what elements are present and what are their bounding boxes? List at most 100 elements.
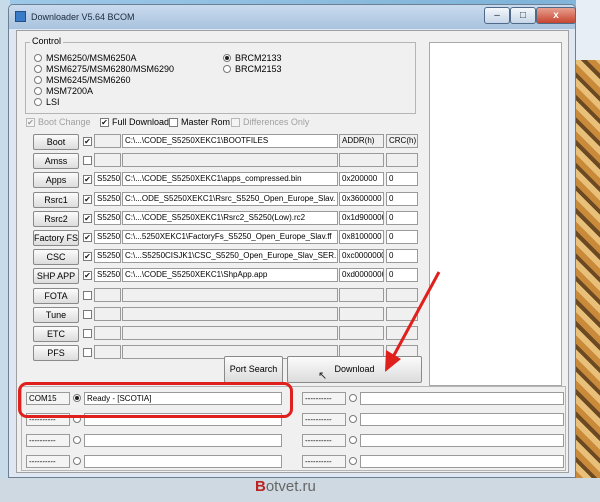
port-name-field: ---------- bbox=[302, 413, 346, 426]
annotation-highlight bbox=[18, 382, 293, 418]
crc-field bbox=[386, 288, 418, 302]
file-path-field[interactable]: C:\...ODE_S5250XEKC1\Rsrc_S5250_Open_Eur… bbox=[122, 192, 338, 206]
file-path-field[interactable]: C:\...\CODE_S5250XEKC1\ShpApp.app bbox=[122, 268, 338, 282]
addr-field bbox=[339, 288, 384, 302]
desktop-right bbox=[576, 0, 600, 502]
file-type-field bbox=[94, 134, 121, 148]
master-rom-checkbox[interactable] bbox=[169, 118, 178, 127]
file-row-button[interactable]: CSC bbox=[33, 249, 79, 265]
close-button[interactable]: x bbox=[536, 7, 576, 24]
file-row-checkbox[interactable] bbox=[83, 329, 92, 338]
file-path-field[interactable] bbox=[122, 307, 338, 321]
file-type-field: S5250 bbox=[94, 211, 121, 225]
file-row-checkbox[interactable] bbox=[83, 271, 92, 280]
port-status-field bbox=[84, 455, 282, 468]
file-path-field[interactable]: C:\...5250XEKC1\FactoryFs_S5250_Open_Eur… bbox=[122, 230, 338, 244]
control-group-title: Control bbox=[30, 36, 64, 46]
crc-field bbox=[386, 326, 418, 340]
master-rom-label: Master Rom bbox=[181, 117, 231, 127]
file-row-button[interactable]: Amss bbox=[33, 153, 79, 169]
port-search-button[interactable]: Port Search bbox=[224, 356, 283, 383]
file-type-field: S5250 bbox=[94, 192, 121, 206]
file-path-field[interactable]: C:\...\CODE_S5250XEKC1\apps_compressed.b… bbox=[122, 172, 338, 186]
file-row-checkbox[interactable] bbox=[83, 214, 92, 223]
port-status-radio[interactable] bbox=[349, 415, 357, 423]
addr-field: 0xd0000000 bbox=[339, 268, 384, 282]
chipset-radio[interactable] bbox=[223, 65, 231, 73]
file-path-field[interactable] bbox=[122, 153, 338, 167]
file-path-field[interactable]: C:\...\CODE_S5250XEKC1\Rsrc2_S5250(Low).… bbox=[122, 211, 338, 225]
title-bar[interactable]: Downloader V5.64 BCOM – □ x bbox=[9, 5, 576, 29]
file-row-button[interactable]: Apps bbox=[33, 172, 79, 188]
file-path-field[interactable]: C:\...S5250CISJK1\CSC_S5250_Open_Europe_… bbox=[122, 249, 338, 263]
maximize-button[interactable]: □ bbox=[510, 7, 536, 24]
file-row-button[interactable]: Tune bbox=[33, 307, 79, 323]
minimize-button[interactable]: – bbox=[484, 7, 510, 24]
download-button[interactable]: Download bbox=[287, 356, 422, 383]
addr-field bbox=[339, 326, 384, 340]
log-panel bbox=[429, 42, 562, 386]
port-status-radio[interactable] bbox=[73, 436, 81, 444]
file-row-button[interactable]: ETC bbox=[33, 326, 79, 342]
file-row-checkbox[interactable] bbox=[83, 137, 92, 146]
file-type-field bbox=[94, 307, 121, 321]
file-row-button[interactable]: Rsrc1 bbox=[33, 192, 79, 208]
chipset-radio[interactable] bbox=[34, 76, 42, 84]
port-status-radio[interactable] bbox=[349, 457, 357, 465]
file-row-checkbox[interactable] bbox=[83, 156, 92, 165]
port-status-radio[interactable] bbox=[349, 436, 357, 444]
port-status-radio[interactable] bbox=[73, 457, 81, 465]
chipset-label: MSM6245/MSM6260 bbox=[46, 75, 131, 85]
port-name-field: ---------- bbox=[302, 392, 346, 405]
chipset-label: MSM6275/MSM6280/MSM6290 bbox=[46, 64, 175, 74]
port-status-field bbox=[360, 413, 564, 426]
port-status-radio[interactable] bbox=[349, 394, 357, 402]
differences-only-checkbox bbox=[231, 118, 240, 127]
crc-field bbox=[386, 307, 418, 321]
file-row-checkbox[interactable] bbox=[83, 233, 92, 242]
file-row-button[interactable]: FOTA bbox=[33, 288, 79, 304]
chipset-label: MSM6250/MSM6250A bbox=[46, 53, 137, 63]
file-row-checkbox[interactable] bbox=[83, 252, 92, 261]
chipset-radio[interactable] bbox=[34, 98, 42, 106]
file-row-button[interactable]: Boot bbox=[33, 134, 79, 150]
file-row-checkbox[interactable] bbox=[83, 310, 92, 319]
chipset-radio[interactable] bbox=[34, 87, 42, 95]
chipset-radio[interactable] bbox=[34, 54, 42, 62]
port-name-field: ---------- bbox=[302, 434, 346, 447]
file-row-button[interactable]: SHP APP bbox=[33, 268, 79, 284]
chipset-radio[interactable] bbox=[34, 65, 42, 73]
crc-field: 0 bbox=[386, 230, 418, 244]
addr-field bbox=[339, 153, 384, 167]
file-path-field[interactable] bbox=[122, 326, 338, 340]
file-type-field: S5250 bbox=[94, 268, 121, 282]
file-row-checkbox[interactable] bbox=[83, 348, 92, 357]
port-name-field: ---------- bbox=[302, 455, 346, 468]
addr-field: 0xc0000000 bbox=[339, 249, 384, 263]
boot-change-label: Boot Change bbox=[38, 117, 91, 127]
file-row-checkbox[interactable] bbox=[83, 175, 92, 184]
addr-field: 0x200000 bbox=[339, 172, 384, 186]
full-download-checkbox[interactable] bbox=[100, 118, 109, 127]
crc-field: 0 bbox=[386, 211, 418, 225]
file-path-field[interactable]: C:\...\CODE_S5250XEKC1\BOOTFILES bbox=[122, 134, 338, 148]
watermark-rest: otvet.ru bbox=[265, 478, 316, 495]
port-status-field bbox=[84, 434, 282, 447]
chipset-label: BRCM2133 bbox=[235, 53, 282, 63]
app-icon bbox=[15, 11, 26, 22]
window-title: Downloader V5.64 BCOM bbox=[31, 12, 135, 22]
file-row-checkbox[interactable] bbox=[83, 195, 92, 204]
file-type-field bbox=[94, 153, 121, 167]
file-row-checkbox[interactable] bbox=[83, 291, 92, 300]
port-status-field bbox=[360, 455, 564, 468]
file-row-button[interactable]: PFS bbox=[33, 345, 79, 361]
file-row-button[interactable]: Rsrc2 bbox=[33, 211, 79, 227]
addr-field: 0x8100000 bbox=[339, 230, 384, 244]
port-name-field: ---------- bbox=[26, 455, 70, 468]
port-status-field bbox=[360, 434, 564, 447]
chipset-radio[interactable] bbox=[223, 54, 231, 62]
file-row-button[interactable]: Factory FS bbox=[33, 230, 79, 246]
full-download-label: Full Download bbox=[112, 117, 170, 127]
file-path-field[interactable] bbox=[122, 288, 338, 302]
file-type-field bbox=[94, 288, 121, 302]
